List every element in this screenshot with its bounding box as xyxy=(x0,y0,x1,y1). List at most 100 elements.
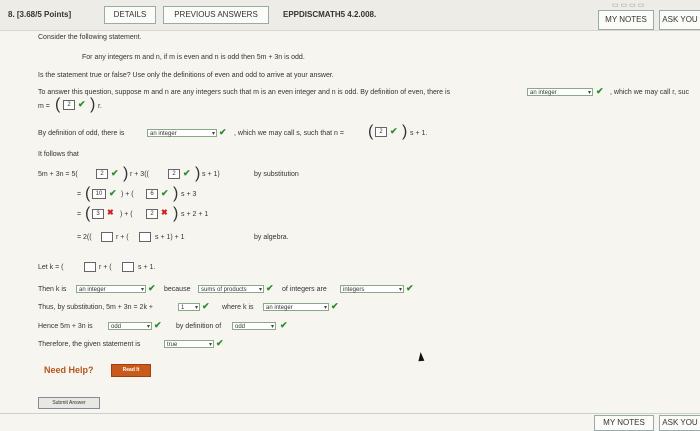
line4-reason: by algebra. xyxy=(254,234,289,241)
ask-teacher-button[interactable]: ASK YOU xyxy=(659,10,700,30)
need-help-label: Need Help? xyxy=(44,365,94,375)
line1-tail: s + 1) xyxy=(202,171,220,178)
k-box1-input[interactable] xyxy=(84,262,96,272)
then-text: Then k is xyxy=(38,286,67,293)
therefore-text: Therefore, the given statement is xyxy=(38,341,141,348)
select-value: an integer xyxy=(150,131,177,137)
line1-box2-input[interactable]: 2 xyxy=(168,169,180,179)
line1-reason: by substitution xyxy=(254,171,299,178)
line1-mid: r + 3(( xyxy=(130,171,149,178)
close-paren: ) xyxy=(173,185,179,202)
hence-text: Hence 5m + 3n is xyxy=(38,323,93,330)
k-type-select[interactable]: an integer ▾ xyxy=(76,285,146,293)
previous-answers-button[interactable]: PREVIOUS ANSWERS xyxy=(163,6,269,24)
footer-ask-teacher-button[interactable]: ASK YOU xyxy=(659,415,700,431)
where-k-text: where k is xyxy=(222,304,254,311)
select-value: an integer xyxy=(530,90,557,96)
line1-box1-input[interactable]: 2 xyxy=(96,169,108,179)
toolbar-icons: ▭ ▭ ▭ ▭ xyxy=(612,2,645,9)
m-coefficient-input[interactable]: 2 xyxy=(63,100,75,110)
select-value: 1 xyxy=(181,305,185,311)
open-paren: ( xyxy=(55,96,61,113)
check-icon: ✔ xyxy=(219,127,227,137)
open-paren: ( xyxy=(85,205,91,222)
odd-definition-tail: , which we may call s, such that n = xyxy=(234,130,344,137)
line2-box1-input[interactable]: 10 xyxy=(92,189,106,199)
line3-box1-input[interactable]: 3 xyxy=(92,209,104,219)
n-coefficient-input[interactable]: 2 xyxy=(375,127,387,137)
line4-tail: s + 1) + 1 xyxy=(155,234,185,241)
let-k-mid: r + ( xyxy=(99,264,112,271)
my-notes-button[interactable]: MY NOTES xyxy=(598,10,654,30)
line4-box2-input[interactable] xyxy=(139,232,151,242)
chevron-down-icon: ▾ xyxy=(194,305,198,311)
r-symbol: r. xyxy=(98,103,102,110)
line3-eq: = xyxy=(77,211,82,218)
select-value: odd xyxy=(111,324,122,330)
definition-select[interactable]: odd ▾ xyxy=(232,322,276,330)
check-icon: ✔ xyxy=(111,168,119,178)
chevron-down-icon: ▾ xyxy=(323,305,327,311)
closure-select[interactable]: integers ▾ xyxy=(340,285,404,293)
line1-lhs: 5m + 3n = 5( xyxy=(38,171,78,178)
check-icon: ✔ xyxy=(406,283,414,293)
close-paren: ) xyxy=(123,165,129,182)
line4-box1-input[interactable] xyxy=(101,232,113,242)
check-icon: ✔ xyxy=(266,283,274,293)
let-k-text: Let k = ( xyxy=(38,264,64,271)
k-where-select[interactable]: an integer ▾ xyxy=(263,303,329,311)
chevron-down-icon: ▾ xyxy=(208,342,212,348)
mouse-cursor-icon xyxy=(417,351,425,362)
truth-select[interactable]: true ▾ xyxy=(164,340,214,348)
select-value: sums of products xyxy=(201,287,247,293)
submit-answer-button[interactable]: Submit Answer xyxy=(38,397,100,409)
thus-text: Thus, by substitution, 5m + 3n = 2k + xyxy=(38,304,153,311)
instruction-text: To answer this question, suppose m and n… xyxy=(38,89,451,96)
reason-select[interactable]: sums of products ▾ xyxy=(198,285,264,293)
chevron-down-icon: ▾ xyxy=(140,287,144,293)
question-id: EPPDISCMATH5 4.2.008. xyxy=(283,10,377,19)
m-equals: m = xyxy=(38,103,50,110)
close-paren: ) xyxy=(90,96,96,113)
details-button[interactable]: DETAILS xyxy=(104,6,156,24)
line2-eq: = xyxy=(77,191,82,198)
check-icon: ✔ xyxy=(148,283,156,293)
cross-icon: ✖ xyxy=(107,208,114,217)
chevron-down-icon: ▾ xyxy=(398,287,402,293)
divider xyxy=(0,413,700,414)
k-box2-input[interactable] xyxy=(122,262,134,272)
question-number: 8. [3.68/5 Points] xyxy=(8,10,72,19)
select-value: odd xyxy=(235,324,246,330)
chevron-down-icon: ▾ xyxy=(146,324,150,330)
close-paren: ) xyxy=(195,165,201,182)
select-value: true xyxy=(167,342,178,348)
parity-select[interactable]: odd ▾ xyxy=(108,322,152,330)
select-value: integers xyxy=(343,287,365,293)
line2-plus: ) + ( xyxy=(121,191,134,198)
odd-definition-text: By definition of odd, there is xyxy=(38,130,125,137)
line2-box2-input[interactable]: 6 xyxy=(146,189,158,199)
question-text: Is the statement true or false? Use only… xyxy=(38,72,334,79)
r-existence-select[interactable]: an integer ▾ xyxy=(527,88,593,96)
question-page: 8. [3.68/5 Points] DETAILS PREVIOUS ANSW… xyxy=(0,0,700,431)
because-text: because xyxy=(164,286,191,293)
check-icon: ✔ xyxy=(390,126,398,136)
read-it-button[interactable]: Read It xyxy=(111,364,151,377)
s-existence-select[interactable]: an integer ▾ xyxy=(147,129,217,137)
integers-are-text: of integers are xyxy=(282,286,327,293)
constant-select[interactable]: 1 ▾ xyxy=(178,303,200,311)
footer-my-notes-button[interactable]: MY NOTES xyxy=(594,415,654,431)
check-icon: ✔ xyxy=(596,86,604,96)
open-paren: ( xyxy=(85,185,91,202)
check-icon: ✔ xyxy=(183,168,191,178)
close-paren: ) xyxy=(402,123,408,140)
intro-text: Consider the following statement. xyxy=(38,34,142,41)
let-k-tail: s + 1. xyxy=(138,264,156,271)
chevron-down-icon: ▾ xyxy=(258,287,262,293)
check-icon: ✔ xyxy=(331,301,339,311)
open-paren: ( xyxy=(368,123,374,140)
chevron-down-icon: ▾ xyxy=(587,90,591,96)
check-icon: ✔ xyxy=(78,99,86,109)
line3-box2-input[interactable]: 2 xyxy=(146,209,158,219)
statement-text: For any integers m and n, if m is even a… xyxy=(82,54,305,61)
